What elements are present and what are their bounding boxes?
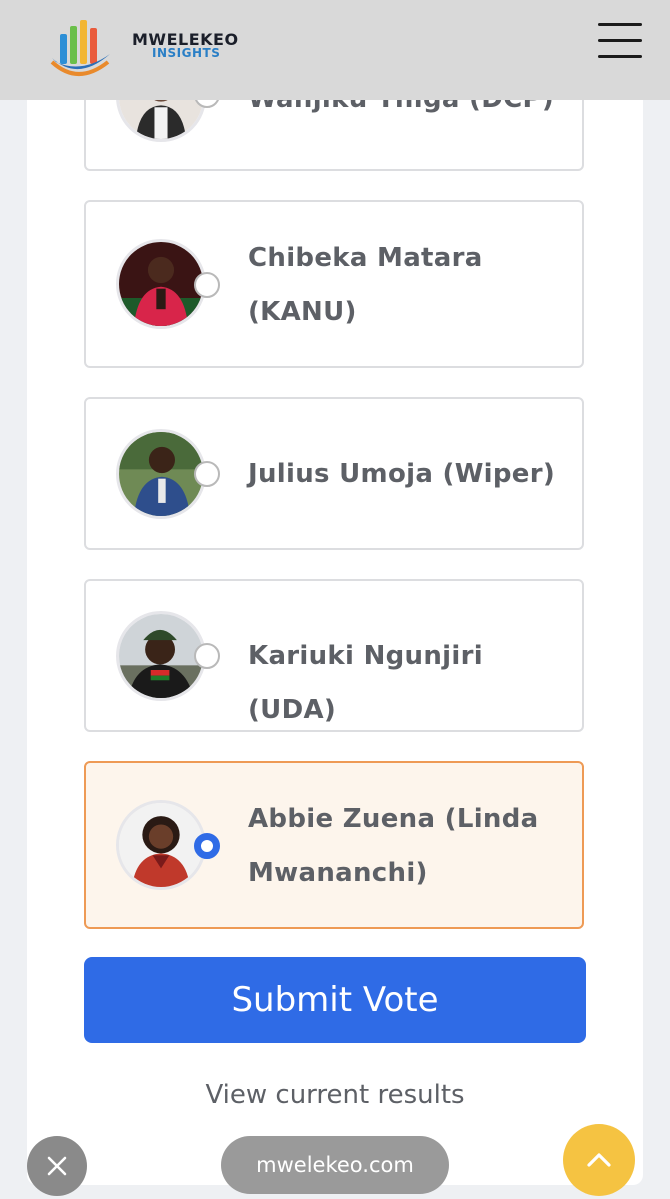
view-results-link[interactable]: View current results (0, 1080, 670, 1110)
candidate-avatar (116, 239, 206, 329)
bar-chart-swoosh-logo[interactable] (48, 16, 114, 78)
hamburger-menu-icon[interactable] (598, 23, 644, 59)
candidate-option-chibeka[interactable]: Chibeka Matara (KANU) (84, 200, 584, 368)
candidate-name: Abbie Zuena (Linda Mwananchi) (248, 804, 539, 888)
candidate-option-kariuki[interactable]: Kariuki Ngunjiri (UDA) (84, 579, 584, 732)
candidate-name: Julius Umoja (Wiper) (248, 459, 556, 489)
candidate-avatar (116, 611, 206, 701)
candidate-name: Chibeka Matara (KANU) (248, 243, 483, 327)
candidate-radio[interactable] (194, 272, 220, 298)
site-header: MWELEKEO INSIGHTS (0, 0, 670, 100)
candidate-radio[interactable] (194, 643, 220, 669)
candidate-option-julius[interactable]: Julius Umoja (Wiper) (84, 397, 584, 550)
candidate-avatar (116, 800, 206, 890)
chevron-up-icon[interactable] (563, 1124, 635, 1196)
candidate-option-abbie[interactable]: Abbie Zuena (Linda Mwananchi) (84, 761, 584, 929)
candidate-radio[interactable] (194, 461, 220, 487)
candidate-name: Kariuki Ngunjiri (UDA) (248, 641, 483, 725)
close-icon[interactable] (27, 1136, 87, 1196)
brand-subtitle: INSIGHTS (152, 46, 221, 60)
submit-vote-button[interactable]: Submit Vote (84, 957, 586, 1043)
candidate-radio-selected[interactable] (194, 833, 220, 859)
url-pill[interactable]: mwelekeo.com (221, 1136, 449, 1194)
candidate-avatar (116, 429, 206, 519)
